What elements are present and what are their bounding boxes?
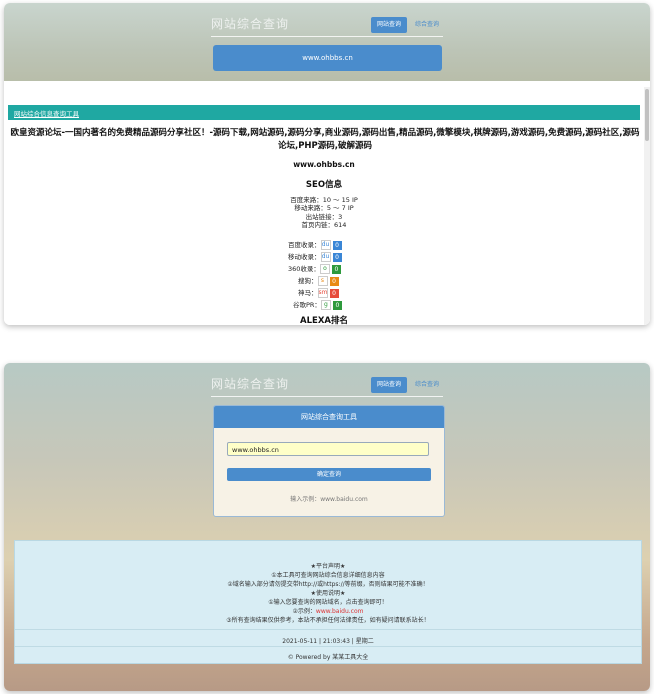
google-icon: g bbox=[320, 300, 331, 310]
notice-panel: ★平台声明★ ①本工具可查询网站综合信息详细信息内容 ②域名输入部分请勿提交带h… bbox=[14, 540, 642, 664]
index-badge[interactable]: 0 bbox=[329, 288, 339, 298]
notice-line: ①输入您要查询的网站域名，点击查询即可！ bbox=[268, 599, 388, 606]
index-label: 移动收录： bbox=[288, 253, 321, 261]
query-window: 网站综合查询 网站查询 综合查询 网站综合查询工具 www.ohbbs.cn 确… bbox=[4, 363, 650, 691]
result-panel: 网站综合信息查询工具 欧皇资源论坛-一国内著名的免费精品源码分享社区！-源码下载… bbox=[4, 81, 650, 325]
seo-line: 出站链接：3 bbox=[305, 212, 343, 221]
baidu-mobile-icon: du bbox=[320, 252, 331, 262]
result-window: 网站综合查询 网站查询 综合查询 www.ohbbs.cn 网站综合信息查询工具… bbox=[4, 3, 650, 325]
index-badge[interactable]: 0 bbox=[332, 240, 342, 250]
index-row-sogou: 搜狗： s 0 bbox=[298, 275, 339, 286]
notice-line: ★平台声明★ bbox=[310, 563, 346, 570]
site-description: 欧皇资源论坛-一国内著名的免费精品源码分享社区！-源码下载,网站源码,源码分享,… bbox=[10, 128, 640, 151]
index-badge[interactable]: 0 bbox=[329, 276, 339, 286]
scrollbar-thumb[interactable] bbox=[645, 89, 649, 141]
domain-bar[interactable]: www.ohbbs.cn bbox=[213, 45, 442, 71]
tab-comprehensive-query[interactable]: 综合查询 bbox=[409, 377, 445, 393]
index-row-google: 谷歌PR： g 0 bbox=[293, 299, 342, 310]
notice-example-line: ②示例：www.baidu.com bbox=[292, 608, 364, 615]
scrollbar[interactable] bbox=[644, 87, 650, 325]
index-badge[interactable]: 0 bbox=[332, 252, 342, 262]
notice-line: ★使用说明★ bbox=[310, 590, 346, 597]
tab-site-query[interactable]: 网站查询 bbox=[371, 377, 407, 393]
index-row-mobile: 移动收录：du 0 bbox=[288, 251, 342, 262]
tool-header-bar: 网站综合信息查询工具 bbox=[8, 105, 640, 120]
seo-line: 移动来路：5 ～ 7 IP bbox=[294, 204, 354, 213]
result-domain: www.ohbbs.cn bbox=[293, 160, 355, 169]
sogou-icon: s bbox=[317, 276, 328, 286]
tab-site-query[interactable]: 网站查询 bbox=[371, 17, 407, 33]
seo-heading: SEO信息 bbox=[305, 180, 343, 190]
title-divider bbox=[211, 396, 443, 397]
index-label: 神马： bbox=[298, 289, 318, 297]
index-label: 360收录： bbox=[288, 265, 320, 273]
tool-link[interactable]: 网站综合信息查询工具 bbox=[14, 108, 79, 118]
so360-icon: o bbox=[319, 264, 330, 274]
shenma-icon: sm bbox=[317, 288, 328, 298]
example-link[interactable]: www.baidu.com bbox=[316, 608, 364, 615]
index-row-360: 360收录： o 0 bbox=[288, 263, 341, 274]
divider bbox=[15, 629, 641, 630]
index-row-baidu: 百度收录：du 0 bbox=[288, 239, 342, 250]
index-label: 谷歌PR： bbox=[293, 301, 321, 309]
index-label: 搜狗： bbox=[298, 277, 318, 285]
domain-input[interactable]: www.ohbbs.cn bbox=[227, 442, 429, 456]
index-badge[interactable]: 0 bbox=[331, 264, 341, 274]
index-row-shenma: 神马：sm 0 bbox=[298, 287, 339, 298]
datetime: 2021-05-11 | 21:03:43 | 星期二 bbox=[282, 638, 374, 645]
alexa-heading: ALEXA排名 bbox=[300, 316, 348, 325]
submit-button[interactable]: 确定查询 bbox=[227, 468, 431, 481]
form-header: 网站综合查询工具 bbox=[214, 406, 444, 428]
notice-line: ②域名输入部分请勿提交带http://或https://等前缀，否则结果可能不准… bbox=[227, 581, 429, 588]
input-example: 输入示例：www.baidu.com bbox=[290, 496, 368, 503]
app-title: 网站综合查询 bbox=[211, 17, 290, 31]
baidu-icon: du bbox=[320, 240, 331, 250]
notice-line: ③所有查询结果仅供参考，本站不承担任何法律责任，如有疑问请联系站长！ bbox=[226, 617, 430, 624]
divider bbox=[15, 646, 641, 647]
title-divider bbox=[211, 36, 443, 37]
query-form: 网站综合查询工具 www.ohbbs.cn 确定查询 输入示例：www.baid… bbox=[213, 405, 445, 517]
index-label: 百度收录： bbox=[288, 241, 321, 249]
seo-line: 首页内链：614 bbox=[301, 220, 347, 229]
index-badge[interactable]: 0 bbox=[332, 300, 342, 310]
header-background bbox=[4, 3, 650, 83]
tab-comprehensive-query[interactable]: 综合查询 bbox=[409, 17, 445, 33]
seo-stats: 百度来路：10 ～ 15 IP 移动来路：5 ～ 7 IP 出站链接：3 首页内… bbox=[4, 196, 644, 229]
notice-line: ①本工具可查询网站综合信息详细信息内容 bbox=[271, 572, 385, 579]
app-title: 网站综合查询 bbox=[211, 377, 290, 391]
footer-powered: © Powered by 某某工具大全 bbox=[287, 654, 369, 661]
